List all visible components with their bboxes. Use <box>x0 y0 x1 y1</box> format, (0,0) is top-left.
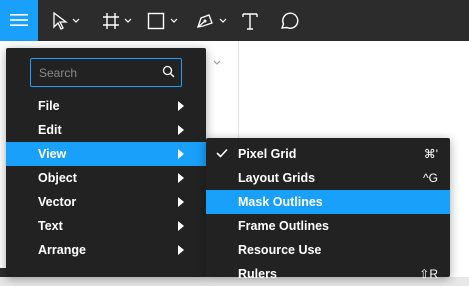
submenu-item-resource-use[interactable]: Resource Use <box>206 238 450 262</box>
checkmark-icon <box>216 148 228 158</box>
comment-icon <box>280 12 299 29</box>
search-icon <box>162 65 175 78</box>
submenu-arrow-icon <box>178 197 184 207</box>
submenu-arrow-icon <box>178 149 184 159</box>
chevron-down-icon <box>124 18 132 23</box>
frame-icon <box>103 13 119 29</box>
submenu-arrow-icon <box>178 125 184 135</box>
shortcut-label: ^G <box>423 171 438 185</box>
menu-item-label: Edit <box>38 123 62 137</box>
shortcut-label: ⌘' <box>423 147 438 161</box>
menu-item-view[interactable]: View <box>6 142 206 166</box>
menu-item-object[interactable]: Object <box>6 166 206 190</box>
submenu-arrow-icon <box>178 101 184 111</box>
menu-item-vector[interactable]: Vector <box>6 190 206 214</box>
menu-item-label: View <box>38 147 67 161</box>
chevron-down-icon <box>219 18 227 23</box>
frame-tool[interactable] <box>98 0 134 41</box>
menu-item-text[interactable]: Text <box>6 214 206 238</box>
pen-tool[interactable] <box>192 0 230 41</box>
submenu-item-pixel-grid[interactable]: Pixel Grid ⌘' <box>206 142 450 166</box>
submenu-item-label: Layout Grids <box>238 171 316 185</box>
shape-tool[interactable] <box>144 0 182 41</box>
submenu-arrow-icon <box>178 221 184 231</box>
menu-item-edit[interactable]: Edit <box>6 118 206 142</box>
submenu-item-label: Rulers <box>238 267 277 281</box>
submenu-arrow-icon <box>178 245 184 255</box>
menu-search-box <box>30 58 182 87</box>
menu-search-input[interactable] <box>37 62 159 84</box>
menu-item-file[interactable]: File <box>6 94 206 118</box>
move-tool[interactable] <box>48 0 86 41</box>
submenu-item-layout-grids[interactable]: Layout Grids ^G <box>206 166 450 190</box>
chevron-down-icon <box>72 18 80 23</box>
chevron-down-icon <box>170 18 178 23</box>
rectangle-icon <box>147 12 165 30</box>
menu-item-label: File <box>38 99 60 113</box>
comment-tool[interactable] <box>276 0 302 41</box>
main-menu: File Edit View Object Vector Text Arrang… <box>6 48 206 277</box>
chevron-down-icon <box>213 60 221 65</box>
menu-item-label: Arrange <box>38 243 86 257</box>
pen-icon <box>197 14 213 28</box>
view-submenu: Pixel Grid ⌘' Layout Grids ^G Mask Outli… <box>206 138 450 281</box>
menu-item-label: Vector <box>38 195 77 209</box>
text-tool[interactable] <box>240 0 264 41</box>
submenu-item-mask-outlines[interactable]: Mask Outlines <box>206 190 450 214</box>
move-arrow-icon <box>53 12 68 30</box>
submenu-item-label: Resource Use <box>238 243 322 257</box>
submenu-item-rulers[interactable]: Rulers ⇧R <box>206 262 450 286</box>
toolbar <box>0 0 469 41</box>
main-menu-button[interactable] <box>0 0 38 41</box>
menu-item-arrange[interactable]: Arrange <box>6 238 206 262</box>
menu-item-label: Object <box>38 171 77 185</box>
hamburger-icon <box>10 14 28 26</box>
submenu-item-label: Frame Outlines <box>238 219 329 233</box>
menu-item-label: Text <box>38 219 63 233</box>
submenu-arrow-icon <box>178 173 184 183</box>
shortcut-label: ⇧R <box>419 267 438 281</box>
submenu-item-label: Mask Outlines <box>238 195 323 209</box>
text-icon <box>242 13 258 30</box>
submenu-item-frame-outlines[interactable]: Frame Outlines <box>206 214 450 238</box>
submenu-item-label: Pixel Grid <box>238 147 297 161</box>
